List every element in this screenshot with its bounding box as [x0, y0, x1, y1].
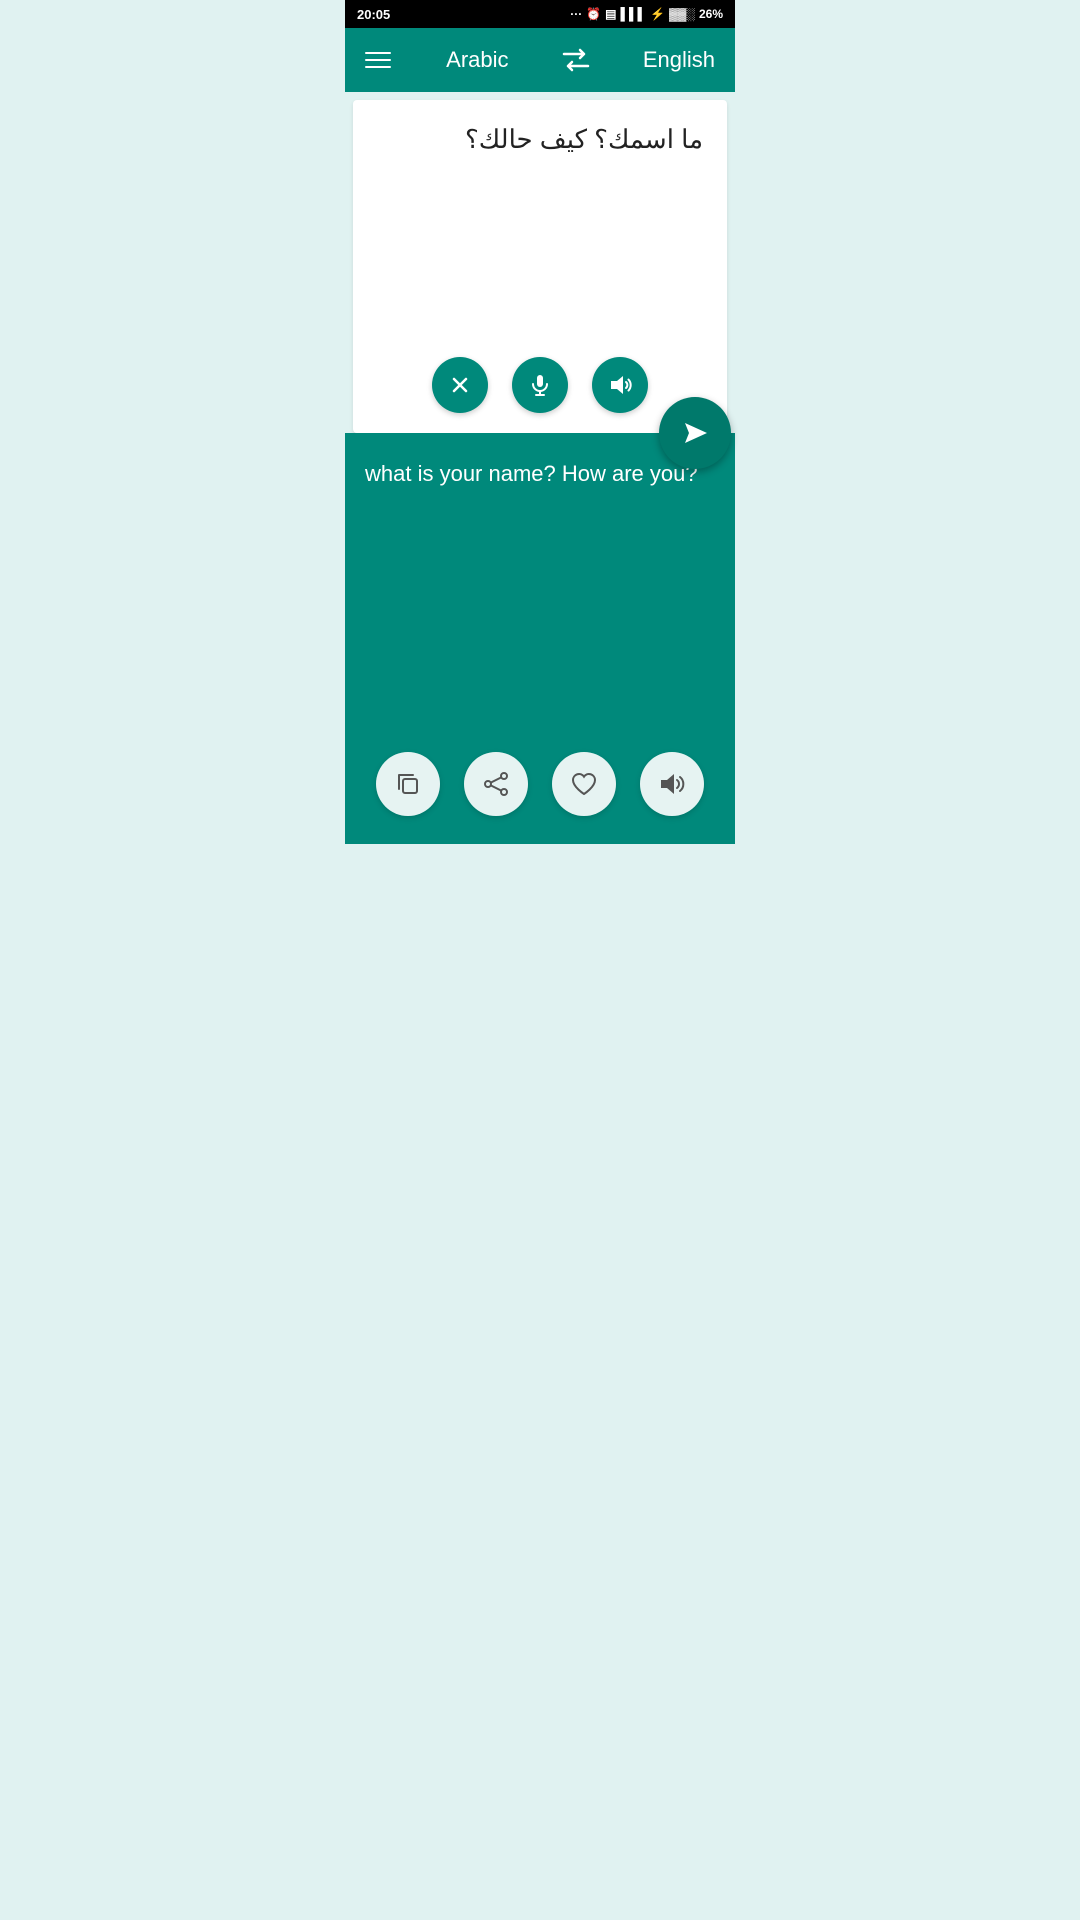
battery-icon: ▓▓░ — [669, 7, 695, 21]
output-section: what is your name? How are you? — [345, 433, 735, 844]
swap-languages-button[interactable] — [560, 46, 592, 74]
battery-percent: 26% — [699, 7, 723, 21]
clear-button[interactable] — [432, 357, 488, 413]
source-language-label[interactable]: Arabic — [446, 47, 508, 73]
favorite-button[interactable] — [552, 752, 616, 816]
status-time: 20:05 — [357, 7, 390, 22]
share-button[interactable] — [464, 752, 528, 816]
translated-output-text: what is your name? How are you? — [365, 457, 715, 736]
output-actions-bar — [365, 736, 715, 824]
main-content: ما اسمك؟ كيف حالك؟ — [345, 92, 735, 844]
status-icons: ··· ⏰ ▤ ▌▌▌ ⚡ ▓▓░ 26% — [570, 7, 723, 21]
mic-button[interactable] — [512, 357, 568, 413]
arabic-input-text[interactable]: ما اسمك؟ كيف حالك؟ — [353, 100, 727, 341]
sim-icon: ▤ — [605, 7, 616, 21]
nav-bar: Arabic English — [345, 28, 735, 92]
copy-button[interactable] — [376, 752, 440, 816]
status-bar: 20:05 ··· ⏰ ▤ ▌▌▌ ⚡ ▓▓░ 26% — [345, 0, 735, 28]
speaker-input-button[interactable] — [592, 357, 648, 413]
menu-button[interactable] — [365, 52, 395, 68]
charge-icon: ⚡ — [650, 7, 665, 21]
target-language-label[interactable]: English — [643, 47, 715, 73]
input-section: ما اسمك؟ كيف حالك؟ — [353, 100, 727, 433]
dots-icon: ··· — [570, 7, 582, 21]
alarm-icon: ⏰ — [586, 7, 601, 21]
signal-icon: ▌▌▌ — [621, 7, 647, 21]
send-button[interactable] — [659, 397, 731, 469]
speaker-output-button[interactable] — [640, 752, 704, 816]
